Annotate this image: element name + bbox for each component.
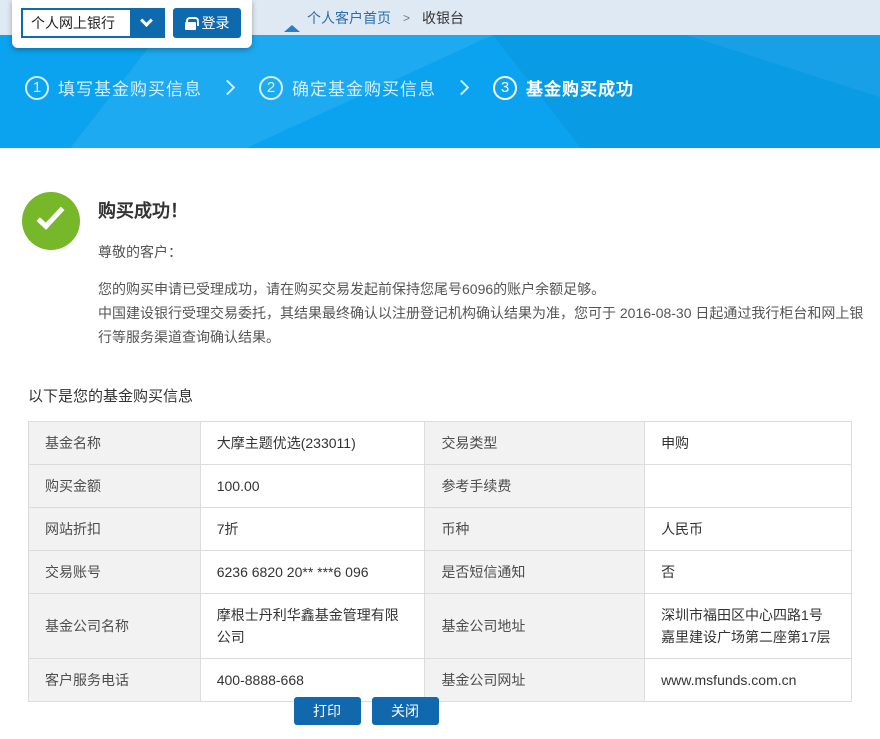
step-2-number: 2: [259, 76, 283, 100]
page: 个人客户首页 > 收银台 1 填写基金购买信息 2 确定基金购买信息 3 基金购…: [0, 0, 880, 739]
table-label-cell: 币种: [425, 508, 645, 551]
table-label-cell: 购买金额: [29, 465, 201, 508]
step-2-label: 确定基金购买信息: [292, 75, 436, 100]
table-label-cell: 基金名称: [29, 422, 201, 465]
table-label-cell: 客户服务电话: [29, 659, 201, 702]
step-separator-icon: [454, 80, 470, 96]
table-label-cell: 基金公司名称: [29, 594, 201, 659]
table-value-cell: 人民币: [645, 508, 852, 551]
table-value-cell: 否: [645, 551, 852, 594]
purchase-info-table: 基金名称 大摩主题优选(233011) 交易类型 申购 购买金额 100.00 …: [28, 421, 852, 702]
chevron-down-icon: [140, 14, 153, 27]
table-value-cell: 摩根士丹利华鑫基金管理有限公司: [200, 594, 425, 659]
table-value-cell: www.msfunds.com.cn: [645, 659, 852, 702]
login-button-label: 登录: [202, 13, 230, 33]
table-label-cell: 交易类型: [425, 422, 645, 465]
table-value-cell: [645, 465, 852, 508]
step-banner: 1 填写基金购买信息 2 确定基金购买信息 3 基金购买成功: [0, 35, 880, 148]
login-card: 个人网上银行 登录: [12, 0, 252, 48]
breadcrumb-current: 收银台: [422, 8, 464, 28]
step-3-number: 3: [493, 76, 517, 100]
table-row: 基金公司名称 摩根士丹利华鑫基金管理有限公司 基金公司地址 深圳市福田区中心四路…: [29, 594, 852, 659]
table-row: 客户服务电话 400-8888-668 基金公司网址 www.msfunds.c…: [29, 659, 852, 702]
banking-channel-value: 个人网上银行: [23, 10, 130, 36]
table-title: 以下是您的基金购买信息: [28, 385, 193, 406]
table-row: 网站折扣 7折 币种 人民币: [29, 508, 852, 551]
print-button[interactable]: 打印: [294, 697, 361, 725]
step-1-label: 填写基金购买信息: [58, 75, 202, 100]
step-2: 2 确定基金购买信息: [259, 75, 436, 100]
success-check-icon: [22, 192, 80, 250]
result-line-2: 中国建设银行受理交易委托，其结果最终确认以注册登记机构确认结果为准，您可于 20…: [98, 301, 870, 349]
table-row: 基金名称 大摩主题优选(233011) 交易类型 申购: [29, 422, 852, 465]
step-3-label: 基金购买成功: [526, 75, 634, 100]
table-label-cell: 网站折扣: [29, 508, 201, 551]
breadcrumb-home-link[interactable]: 个人客户首页: [307, 8, 391, 28]
table-label-cell: 交易账号: [29, 551, 201, 594]
action-bar: 打印 关闭: [0, 697, 880, 725]
table-value-cell: 7折: [200, 508, 425, 551]
table-row: 购买金额 100.00 参考手续费: [29, 465, 852, 508]
login-button[interactable]: 登录: [173, 8, 241, 38]
banking-channel-select[interactable]: 个人网上银行: [21, 8, 165, 38]
home-icon: [284, 9, 300, 25]
table-value-cell: 深圳市福田区中心四路1号嘉里建设广场第二座第17层: [645, 594, 852, 659]
lock-icon: [185, 22, 196, 30]
table-label-cell: 基金公司地址: [425, 594, 645, 659]
result-message: 尊敬的客户： 您的购买申请已受理成功，请在购买交易发起前保持您尾号6096的账户…: [98, 240, 870, 349]
select-dropdown-button[interactable]: [130, 10, 163, 36]
table-label-cell: 基金公司网址: [425, 659, 645, 702]
step-1: 1 填写基金购买信息: [25, 75, 202, 100]
result-line-1: 您的购买申请已受理成功，请在购买交易发起前保持您尾号6096的账户余额足够。: [98, 277, 870, 301]
table-value-cell: 申购: [645, 422, 852, 465]
table-value-cell: 大摩主题优选(233011): [200, 422, 425, 465]
table-label-cell: 是否短信通知: [425, 551, 645, 594]
table-label-cell: 参考手续费: [425, 465, 645, 508]
step-3-active: 3 基金购买成功: [493, 75, 634, 100]
step-wizard: 1 填写基金购买信息 2 确定基金购买信息 3 基金购买成功: [25, 75, 634, 100]
table-value-cell: 100.00: [200, 465, 425, 508]
table-value-cell: 400-8888-668: [200, 659, 425, 702]
table-value-cell: 6236 6820 20** ***6 096: [200, 551, 425, 594]
breadcrumb-separator: >: [403, 11, 410, 25]
close-button[interactable]: 关闭: [372, 697, 439, 725]
result-title: 购买成功！: [98, 197, 188, 223]
table-row: 交易账号 6236 6820 20** ***6 096 是否短信通知 否: [29, 551, 852, 594]
result-salutation: 尊敬的客户：: [98, 240, 870, 264]
step-separator-icon: [220, 80, 236, 96]
step-1-number: 1: [25, 76, 49, 100]
